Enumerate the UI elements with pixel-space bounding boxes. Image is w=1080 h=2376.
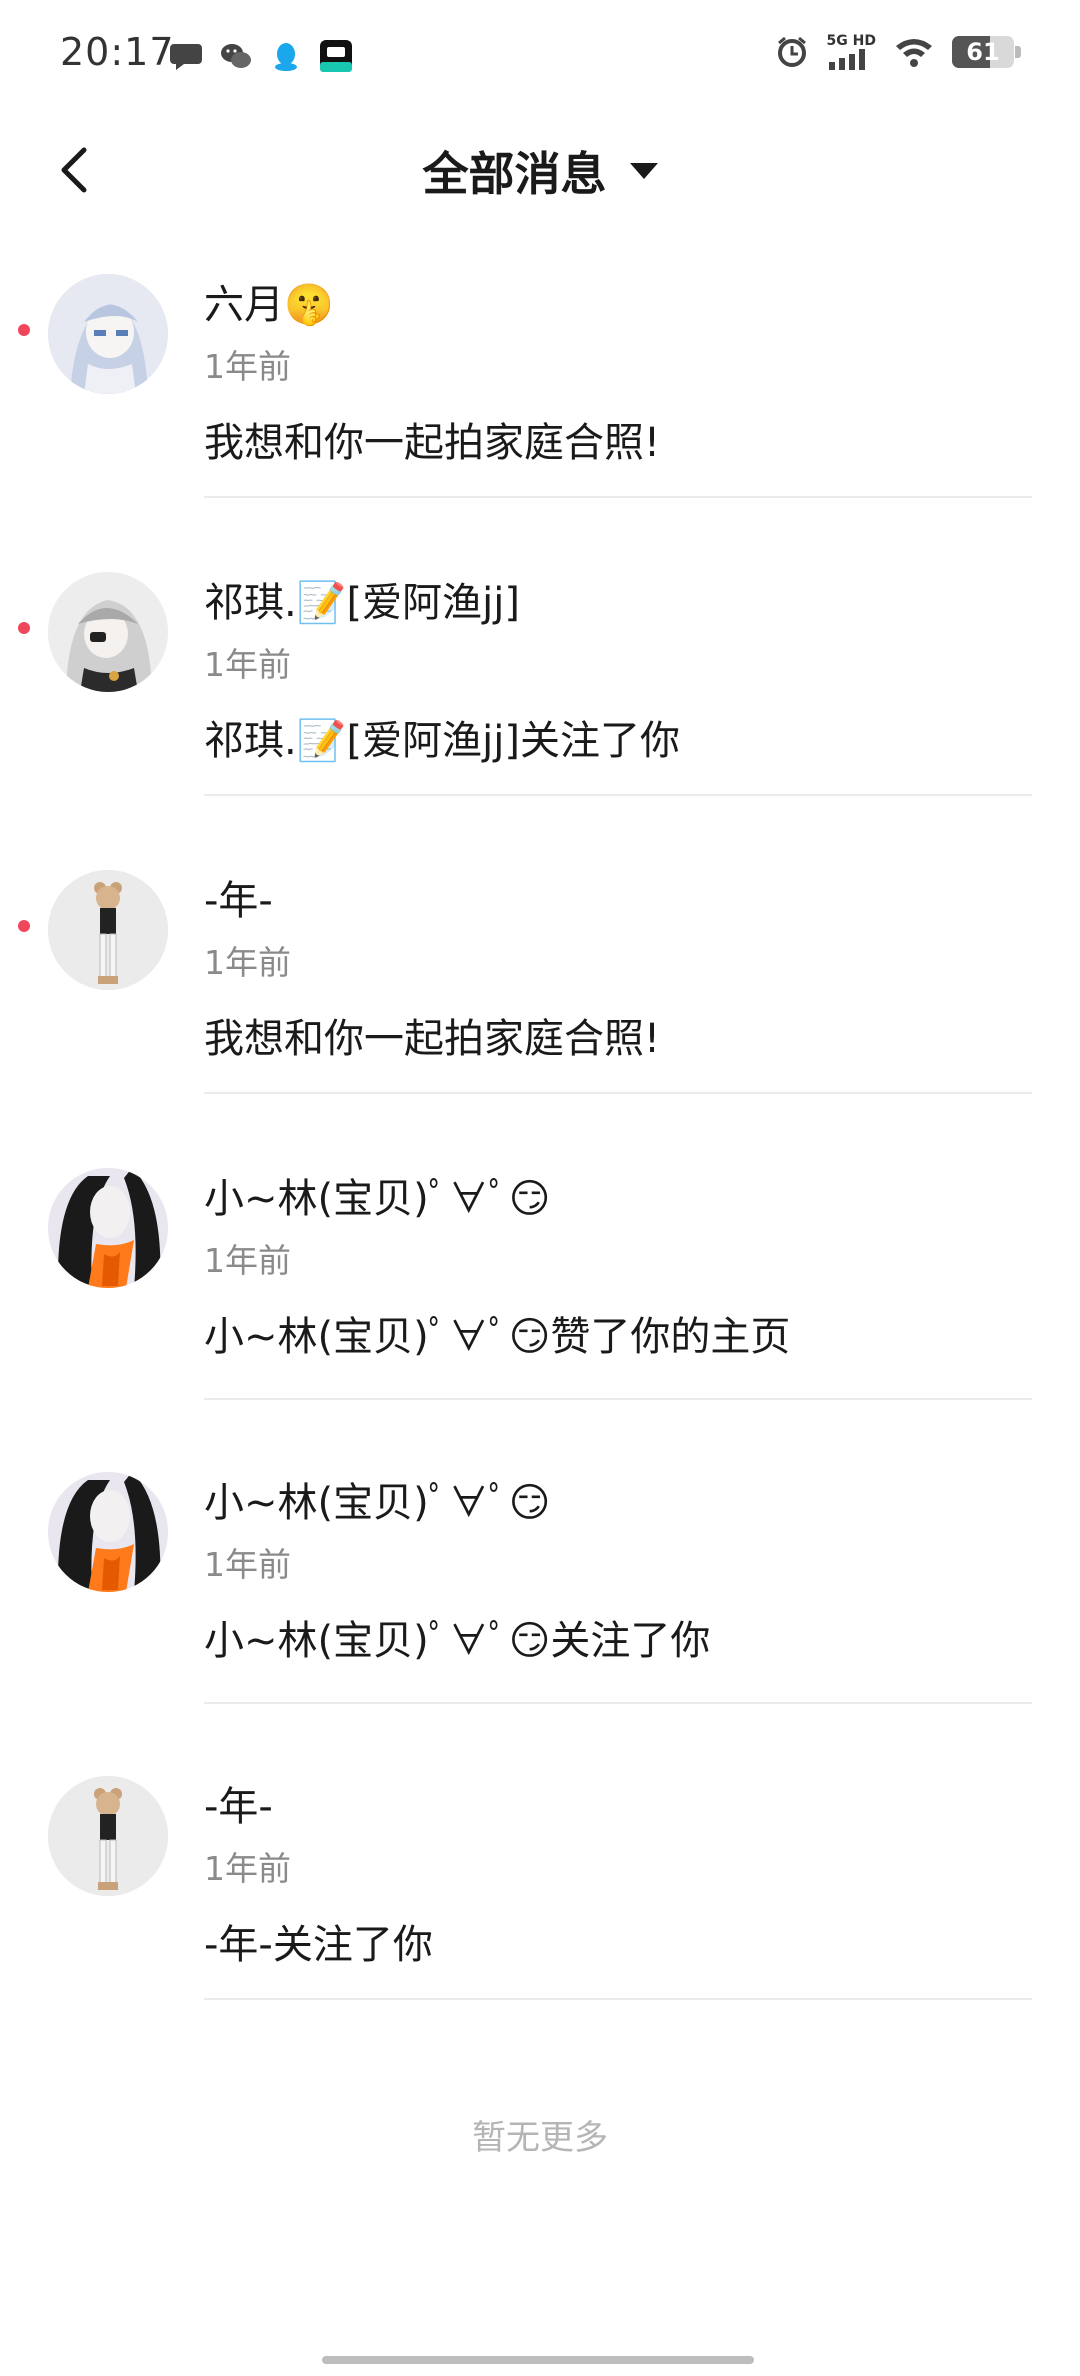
page-title: 全部消息: [422, 147, 607, 201]
avatar[interactable]: [48, 1776, 168, 1896]
qq-icon: [275, 43, 297, 71]
message-text: 小~林(宝贝)ﾟ∀ﾟ😏关注了你: [204, 1618, 711, 1664]
divider: [204, 1702, 1032, 1704]
sender-name: 祁琪.📝[爱阿渔jj]: [204, 580, 520, 626]
avatar[interactable]: [48, 870, 168, 990]
list-item[interactable]: 祁琪.📝[爱阿渔jj] 1年前 祁琪.📝[爱阿渔jj]关注了你: [0, 560, 1080, 858]
black-white-figure-orange-scarf-avatar: [48, 1472, 168, 1592]
message-filter-dropdown[interactable]: 全部消息: [0, 138, 1080, 204]
home-indicator[interactable]: [322, 2356, 754, 2364]
divider: [204, 794, 1032, 796]
list-item[interactable]: -年- 1年前 -年-关注了你: [0, 1764, 1080, 2062]
battery-level: 61: [966, 38, 1000, 66]
message-time: 1年前: [204, 1241, 291, 1280]
sender-name: -年-: [204, 1784, 273, 1830]
list-item[interactable]: 小~林(宝贝)ﾟ∀ﾟ😏 1年前 小~林(宝贝)ﾟ∀ﾟ😏关注了你: [0, 1460, 1080, 1764]
wifi-icon: [896, 39, 932, 67]
message-time: 1年前: [204, 645, 291, 684]
divider: [204, 1092, 1032, 1094]
bear-figure-avatar: [48, 870, 168, 990]
message-time: 1年前: [204, 943, 291, 982]
network-type: 5G HD: [826, 33, 876, 49]
message-text: 我想和你一起拍家庭合照!: [204, 420, 661, 466]
avatar[interactable]: [48, 274, 168, 394]
unread-dot: [18, 920, 30, 932]
cellular-indicator: 5G HD: [827, 34, 876, 70]
unread-dot: [18, 324, 30, 336]
list-item[interactable]: 六月🤫 1年前 我想和你一起拍家庭合照!: [0, 262, 1080, 560]
system-status: 5G HD 61: [775, 34, 1022, 70]
status-time: 20:17: [60, 30, 175, 74]
avatar[interactable]: [48, 1168, 168, 1288]
sender-name: 六月🤫: [204, 282, 334, 328]
message-text: 小~林(宝贝)ﾟ∀ﾟ😏赞了你的主页: [204, 1314, 791, 1360]
header: 全部消息: [0, 120, 1080, 220]
bear-figure-avatar: [48, 1776, 168, 1896]
battery-icon: 61: [952, 36, 1022, 68]
black-white-figure-orange-scarf-avatar: [48, 1168, 168, 1288]
anime-girl-gray-hair-avatar: [48, 572, 168, 692]
avatar[interactable]: [48, 572, 168, 692]
caret-down-icon: [629, 163, 658, 179]
sender-name: 小~林(宝贝)ﾟ∀ﾟ😏: [204, 1480, 551, 1526]
message-text: -年-关注了你: [204, 1922, 433, 1968]
unread-dot: [18, 622, 30, 634]
signal-icon: [828, 49, 865, 70]
divider: [204, 1398, 1032, 1400]
message-text: 祁琪.📝[爱阿渔jj]关注了你: [204, 718, 680, 764]
sender-name: 小~林(宝贝)ﾟ∀ﾟ😏: [204, 1176, 551, 1222]
list-item[interactable]: -年- 1年前 我想和你一起拍家庭合照!: [0, 858, 1080, 1156]
dewu-app-icon: [320, 40, 352, 72]
avatar[interactable]: [48, 1472, 168, 1592]
message-time: 1年前: [204, 1545, 291, 1584]
status-bar: 20:17 5G HD 61: [0, 0, 1080, 110]
alarm-icon: [777, 36, 806, 67]
no-more-label: 暂无更多: [472, 2118, 608, 2158]
message-text: 我想和你一起拍家庭合照!: [204, 1016, 661, 1062]
anime-girl-white-hair-avatar: [48, 274, 168, 394]
divider: [204, 496, 1032, 498]
sender-name: -年-: [204, 878, 273, 924]
message-list: 六月🤫 1年前 我想和你一起拍家庭合照! 祁琪.📝[爱阿渔jj] 1年前 祁琪.…: [0, 262, 1080, 2062]
message-time: 1年前: [204, 347, 291, 386]
divider: [204, 1998, 1032, 2000]
notification-icons: [168, 38, 354, 74]
list-item[interactable]: 小~林(宝贝)ﾟ∀ﾟ😏 1年前 小~林(宝贝)ﾟ∀ﾟ😏赞了你的主页: [0, 1156, 1080, 1460]
message-time: 1年前: [204, 1849, 291, 1888]
chat-bubble-icon: [170, 44, 202, 70]
wechat-icon: [221, 44, 251, 68]
